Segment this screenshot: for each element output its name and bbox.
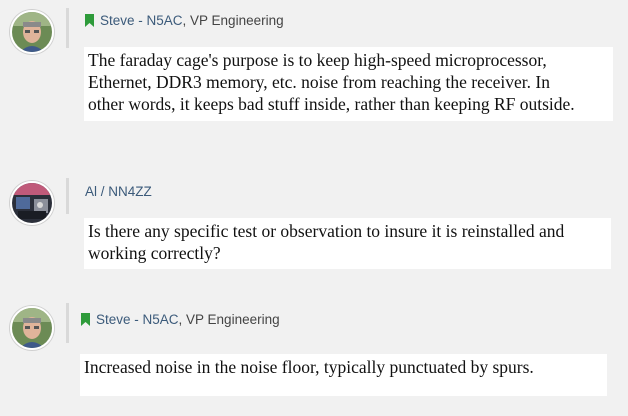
author-line: Steve - N5AC , VP Engineering — [85, 13, 284, 28]
message-body: Increased noise in the noise floor, typi… — [80, 354, 607, 396]
post-divider — [66, 8, 69, 48]
message-line: Increased noise in the noise floor, typi… — [84, 357, 534, 377]
author-line: Al / NN4ZZ — [85, 184, 152, 199]
bookmark-icon — [85, 14, 94, 27]
author-name[interactable]: Steve - N5AC — [96, 312, 179, 327]
message-line: Is there any specific test or observatio… — [88, 221, 565, 241]
message-line: Ethernet, DDR3 memory, etc. noise from r… — [88, 72, 550, 92]
post-divider — [66, 303, 69, 343]
avatar-steve[interactable] — [10, 10, 54, 54]
author-title: , VP Engineering — [178, 312, 280, 327]
message-line: working correctly? — [88, 243, 221, 263]
avatar-al[interactable] — [10, 181, 54, 225]
avatar-steve[interactable] — [10, 306, 54, 350]
author-name[interactable]: Al / NN4ZZ — [85, 184, 152, 199]
author-line: Steve - N5AC , VP Engineering — [81, 312, 280, 327]
message-body: The faraday cage's purpose is to keep hi… — [84, 47, 613, 121]
author-name[interactable]: Steve - N5AC — [100, 13, 183, 28]
bookmark-icon — [81, 313, 90, 326]
message-body: Is there any specific test or observatio… — [84, 218, 611, 269]
post-divider — [66, 178, 69, 214]
message-line: The faraday cage's purpose is to keep hi… — [88, 50, 547, 70]
author-title: , VP Engineering — [182, 13, 284, 28]
message-line: other words, it keeps bad stuff inside, … — [88, 94, 575, 114]
